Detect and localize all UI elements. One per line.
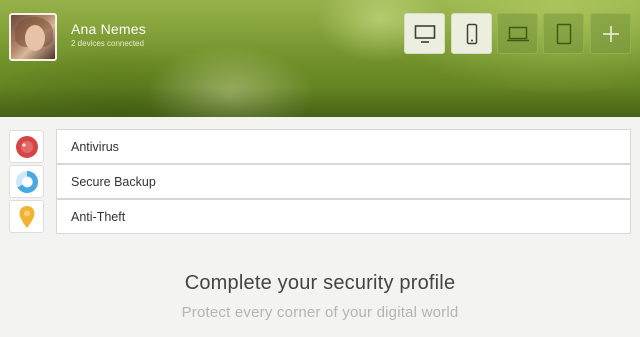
header-shade — [0, 87, 640, 117]
profile-header: Ana Nemes 2 devices connected — [0, 0, 640, 117]
add-device-button[interactable] — [590, 13, 631, 54]
phone-icon — [466, 23, 477, 44]
backup-icon-tile[interactable] — [9, 165, 44, 198]
device-button-phone[interactable] — [451, 13, 492, 54]
monitor-icon — [414, 24, 435, 43]
feature-row-secure-backup[interactable]: Secure Backup — [56, 164, 631, 199]
antivirus-icon — [15, 135, 38, 158]
tablet-icon — [556, 23, 571, 44]
avatar-face — [25, 25, 45, 51]
feature-row-antivirus[interactable]: Antivirus — [56, 129, 631, 164]
feature-label: Anti-Theft — [71, 209, 126, 224]
anti-theft-icon-tile[interactable] — [9, 200, 44, 233]
laptop-icon — [506, 26, 529, 41]
device-button-laptop[interactable] — [497, 13, 538, 54]
location-pin-icon — [19, 205, 34, 228]
antivirus-icon-tile[interactable] — [9, 130, 44, 163]
feature-row-anti-theft[interactable]: Anti-Theft — [56, 199, 631, 234]
promo-title: Complete your security profile — [184, 272, 456, 294]
feature-label: Secure Backup — [71, 174, 156, 189]
promo-subtitle: Protect every corner of your digital wor… — [181, 304, 459, 321]
device-button-tablet[interactable] — [543, 13, 584, 54]
device-button-desktop[interactable] — [404, 13, 445, 54]
plus-icon — [602, 25, 619, 42]
user-name: Ana Nemes — [71, 21, 146, 37]
avatar[interactable] — [9, 13, 57, 61]
devices-connected-status: 2 devices connected — [71, 39, 144, 48]
backup-icon — [15, 170, 38, 193]
feature-label: Antivirus — [71, 139, 119, 154]
